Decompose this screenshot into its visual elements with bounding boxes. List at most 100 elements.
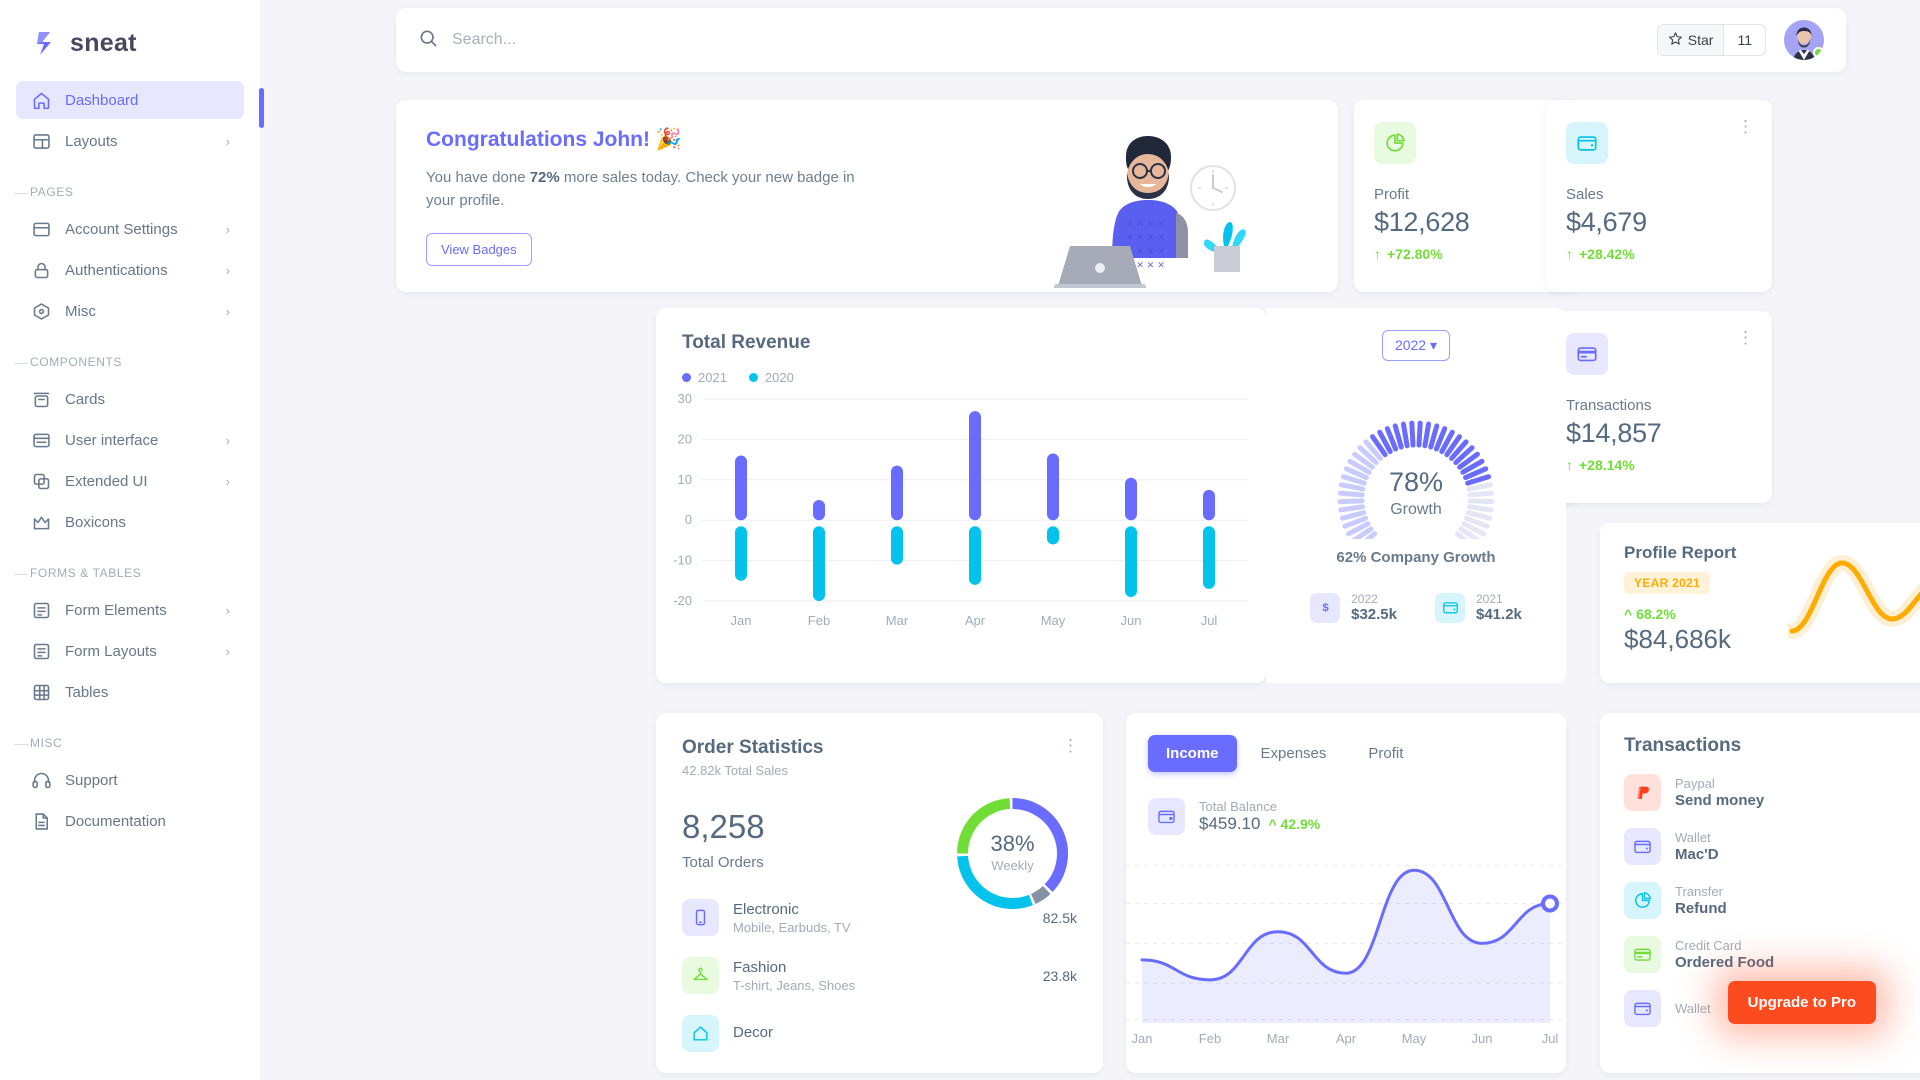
paypal-icon xyxy=(1624,774,1661,811)
stat-card-sales[interactable]: ⋮ Sales $4,679 ↑ +28.42% xyxy=(1546,100,1772,292)
sidebar-item-label: Extended UI xyxy=(65,472,148,490)
sidebar-item-tables[interactable]: Tables xyxy=(16,673,244,711)
svg-text:Apr: Apr xyxy=(1336,1031,1357,1046)
sidebar-item-form-elements[interactable]: Form Elements › xyxy=(16,591,244,629)
year-select-button[interactable]: 2022 ▾ xyxy=(1381,330,1451,361)
transaction-source: Credit Card xyxy=(1675,938,1742,953)
stat-card-menu-icon[interactable]: ⋮ xyxy=(1737,118,1754,135)
sidebar-item-user-interface[interactable]: User interface › xyxy=(16,421,244,459)
stat-card-value: $14,857 xyxy=(1566,418,1662,448)
stat-card-label: Profit xyxy=(1374,186,1410,203)
svg-text:Mar: Mar xyxy=(886,613,909,628)
sidebar-item-form-layouts[interactable]: Form Layouts › xyxy=(16,632,244,670)
tab-income[interactable]: Income xyxy=(1148,735,1237,772)
upgrade-to-pro-button[interactable]: Upgrade to Pro xyxy=(1727,981,1876,1024)
star-count[interactable]: 11 xyxy=(1723,25,1765,55)
order-stats-row-name: Electronic xyxy=(733,900,799,918)
archive-icon xyxy=(30,388,52,410)
svg-text:Jun: Jun xyxy=(1472,1031,1493,1046)
chevron-right-icon: › xyxy=(225,432,230,448)
transaction-name: Send money xyxy=(1675,792,1765,809)
wallet-icon xyxy=(1148,798,1185,835)
order-stats-row-desc: Mobile, Earbuds, TV xyxy=(733,919,851,935)
sidebar-item-support[interactable]: Support xyxy=(16,761,244,799)
order-stats-row[interactable]: Decor xyxy=(682,1015,1077,1052)
sidebar-item-cards[interactable]: Cards xyxy=(16,380,244,418)
star-button-segment[interactable]: Star xyxy=(1657,25,1724,55)
growth-stats: $2022 $32.5k 2021 $41.2k xyxy=(1266,592,1566,623)
order-stats-menu-icon[interactable]: ⋮ xyxy=(1062,737,1079,754)
svg-text:20: 20 xyxy=(678,431,692,446)
transaction-name: Refund xyxy=(1675,900,1727,917)
chevron-right-icon: › xyxy=(225,473,230,489)
chevron-right-icon: › xyxy=(225,602,230,618)
sidebar-section-title: MISC xyxy=(30,736,63,750)
order-stats-row-value: 23.8k xyxy=(1042,967,1077,984)
stat-card-value: $12,628 xyxy=(1374,207,1470,237)
sidebar-item-authentications[interactable]: Authentications › xyxy=(16,251,244,289)
stat-card-delta: ↑ +72.80% xyxy=(1374,246,1560,262)
sidebar-item-dashboard[interactable]: Dashboard xyxy=(16,81,244,119)
sidebar-item-account-settings[interactable]: Account Settings › xyxy=(16,210,244,248)
total-balance-value-row: $459.10 ^ 42.9% xyxy=(1199,814,1320,834)
transaction-source: Wallet xyxy=(1675,830,1711,845)
arrow-up-icon: ↑ xyxy=(1566,457,1573,473)
sidebar-item-label: Misc xyxy=(65,302,96,320)
order-stats-row[interactable]: Fashion T-shirt, Jeans, Shoes 23.8k xyxy=(682,957,1077,994)
lock-icon xyxy=(30,259,52,281)
sneat-logo-icon xyxy=(30,28,60,58)
sidebar-section: COMPONENTS Cards User interface › Extended U… xyxy=(0,333,260,541)
sidebar: sneat Dashboard Layouts › PAGES Account Set… xyxy=(0,0,264,1080)
search-input[interactable] xyxy=(452,31,952,49)
svg-text:Jul: Jul xyxy=(1542,1031,1559,1046)
browser-icon xyxy=(30,429,52,451)
legend-label: 2021 xyxy=(698,370,727,385)
home-decor-icon xyxy=(682,1015,719,1052)
svg-text:-10: -10 xyxy=(673,553,692,568)
stat-card-transactions[interactable]: ⋮ Transactions $14,857 ↑ +28.14% xyxy=(1546,311,1772,503)
table-icon xyxy=(30,681,52,703)
copy-icon xyxy=(30,470,52,492)
svg-text:Jan: Jan xyxy=(1132,1031,1153,1046)
chevron-right-icon: › xyxy=(225,643,230,659)
transaction-source: Wallet xyxy=(1675,1000,1711,1016)
sidebar-item-misc[interactable]: Misc › xyxy=(16,292,244,330)
order-stats-subtitle: 42.82k Total Sales xyxy=(682,763,788,778)
transaction-row[interactable]: TransferRefund+637.91 USD xyxy=(1624,882,1920,919)
sidebar-item-documentation[interactable]: Documentation xyxy=(16,802,244,840)
home-icon xyxy=(30,89,52,111)
brand-logo[interactable]: sneat xyxy=(0,0,260,72)
tab-expenses[interactable]: Expenses xyxy=(1243,735,1345,772)
avatar[interactable] xyxy=(1784,20,1824,60)
congrats-body: You have done 72% more sales today. Chec… xyxy=(396,152,876,213)
stat-card-menu-icon[interactable]: ⋮ xyxy=(1737,329,1754,346)
sidebar-item-extended-ui[interactable]: Extended UI › xyxy=(16,462,244,500)
total-balance-row: Total Balance $459.10 ^ 42.9% xyxy=(1126,772,1566,835)
main-content: Star 11 Congratulations John! 🎉 You have… xyxy=(260,0,1920,1080)
order-stats-rows: Electronic Mobile, Earbuds, TV 82.5k Fashio… xyxy=(682,899,1077,1052)
tab-profit[interactable]: Profit xyxy=(1350,735,1421,772)
income-tabs: Income Expenses Profit xyxy=(1126,713,1566,772)
transaction-row[interactable]: Credit CardOrdered Food-838.71 USD xyxy=(1624,936,1920,973)
growth-stat: $2022 $32.5k xyxy=(1310,592,1397,623)
form-icon xyxy=(30,599,52,621)
transaction-row[interactable]: WalletMac'D+270.69 USD xyxy=(1624,828,1920,865)
transaction-row[interactable]: PaypalSend money+82.6 USD xyxy=(1624,774,1920,811)
congrats-highlight: 72% xyxy=(529,169,560,186)
transaction-name: Ordered Food xyxy=(1675,954,1775,971)
sidebar-section-title: PAGES xyxy=(30,185,74,199)
view-badges-button[interactable]: View Badges xyxy=(426,232,532,266)
stat-card-label: Transactions xyxy=(1566,397,1652,414)
sidebar-item-layouts[interactable]: Layouts › xyxy=(16,122,244,160)
search-area[interactable] xyxy=(418,28,1657,53)
svg-text:Jul: Jul xyxy=(1201,613,1218,628)
headphone-icon xyxy=(30,769,52,791)
star-button[interactable]: Star 11 xyxy=(1656,24,1766,56)
sidebar-top-nav: Dashboard Layouts › xyxy=(0,72,260,160)
sidebar-item-boxicons[interactable]: Boxicons xyxy=(16,503,244,541)
growth-stat-year: 2021 xyxy=(1476,592,1503,606)
growth-stat-value: $32.5k xyxy=(1351,606,1397,623)
dollar-icon: $ xyxy=(1310,592,1341,623)
order-donut-chart: 38% Weekly xyxy=(957,798,1068,909)
growth-gauge: 78% Growth xyxy=(1337,420,1495,539)
